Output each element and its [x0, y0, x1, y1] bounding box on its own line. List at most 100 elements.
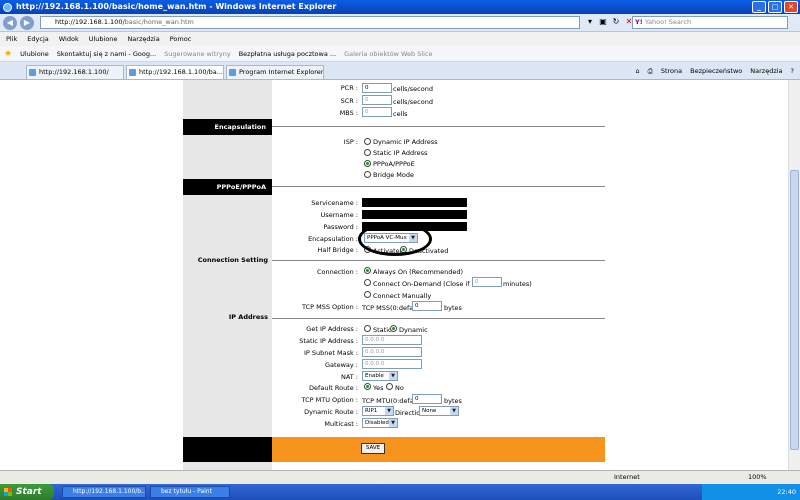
refresh-icon[interactable]: ↻ [611, 17, 621, 27]
zoom-level[interactable]: 100% [748, 471, 767, 484]
servicename-input[interactable] [362, 198, 467, 207]
search-input[interactable]: Y! Yahoo! Search [632, 16, 788, 29]
section-ip-address: IP Address [228, 313, 268, 321]
tcp-mtu-input[interactable]: 0 [412, 394, 442, 404]
home-icon[interactable]: ⌂ [636, 65, 640, 77]
taskbar: Start http://192.168.1.100/b... bez tytu… [0, 484, 800, 500]
isp-option-label: Dynamic IP Address [373, 138, 438, 146]
dropdown-arrow-icon[interactable]: ▾ [585, 17, 595, 27]
manual-label: Connect Manually [373, 292, 432, 300]
forward-button[interactable]: ▶ [20, 16, 34, 30]
page-menu[interactable]: Strona [661, 65, 682, 77]
isp-radio-static[interactable] [364, 149, 371, 156]
tab-2[interactable]: http://192.168.1.100/ba... [126, 65, 224, 79]
window-title: http://192.168.1.100/basic/home_wan.htm … [16, 2, 337, 11]
close-button[interactable]: ✕ [784, 1, 798, 13]
connection-radio-always-on[interactable] [364, 267, 371, 274]
divider [272, 126, 605, 127]
nat-select[interactable]: Enable ▼ [362, 371, 398, 381]
favorites-star-icon[interactable]: ★ [4, 49, 12, 59]
tcp-mss-unit: bytes [444, 304, 462, 312]
status-bar: Internet 100% [0, 470, 800, 484]
tab-3[interactable]: Program Internet Explorer ni... [226, 65, 324, 79]
favorite-item[interactable]: Sugerowane witryny [164, 50, 231, 58]
isp-option-label: Bridge Mode [373, 171, 414, 179]
multicast-label: Multicast : [324, 420, 358, 428]
connection-radio-manual[interactable] [364, 291, 371, 298]
static-ip-input[interactable]: 0.0.0.0 [362, 335, 422, 345]
dynamic-label: Dynamic [399, 326, 428, 334]
isp-radio-dynamic[interactable] [364, 138, 371, 145]
pcr-label: PCR : [340, 84, 358, 92]
compatibility-icon[interactable]: ▣ [598, 17, 608, 27]
pcr-unit: cells/second [393, 85, 433, 93]
menu-bar: Plik Edycja Widok Ulubione Narzędzia Pom… [0, 32, 800, 46]
menu-view[interactable]: Widok [59, 32, 79, 46]
direction-select[interactable]: None ▼ [419, 406, 459, 416]
username-input[interactable] [362, 210, 467, 219]
tools-menu[interactable]: Narzędzia [750, 65, 782, 77]
connection-radio-on-demand[interactable] [364, 279, 371, 286]
isp-radio-bridge[interactable] [364, 171, 371, 178]
back-button[interactable]: ◀ [3, 16, 17, 30]
footer-left [183, 437, 272, 462]
isp-option-label: PPPoA/PPPoE [373, 160, 415, 168]
multicast-select[interactable]: Disabled ▼ [362, 418, 398, 428]
favorite-item[interactable]: Skontaktuj się z nami - Goog... [57, 50, 156, 58]
page-icon [29, 69, 36, 76]
chevron-down-icon: ▼ [450, 407, 458, 415]
scroll-thumb[interactable] [790, 170, 799, 450]
menu-tools[interactable]: Narzędzia [127, 32, 159, 46]
pcr-input[interactable]: 0 [362, 83, 392, 93]
system-tray: 22:40 [702, 484, 800, 500]
url-input[interactable]: http://192.168.1.100/basic/home_wan.htm [40, 16, 580, 29]
help-icon[interactable]: ? [791, 65, 794, 77]
security-zone: Internet [614, 473, 640, 481]
static-label: Static [373, 326, 392, 334]
favorite-item[interactable]: Bezpłatna usługa pocztowa ... [239, 50, 336, 58]
chevron-down-icon: ▼ [389, 419, 397, 427]
subnet-input[interactable]: 0.0.0.0 [362, 347, 422, 357]
minimize-button[interactable]: _ [752, 1, 766, 13]
idle-minutes-input[interactable]: 0 [472, 277, 502, 287]
save-button[interactable]: SAVE [361, 443, 385, 454]
mbs-input[interactable]: 0 [362, 107, 392, 117]
get-ip-label: Get IP Address : [306, 325, 358, 333]
maximize-button[interactable]: □ [768, 1, 782, 13]
page-content: PCR : 0 cells/second SCR : 0 cells/secon… [0, 80, 788, 470]
connection-label: Connection : [316, 268, 358, 276]
window-title-bar: http://192.168.1.100/basic/home_wan.htm … [0, 0, 800, 14]
menu-file[interactable]: Plik [6, 32, 17, 46]
scr-input[interactable]: 0 [362, 95, 392, 105]
favorite-item[interactable]: Galeria obiektów Web Slice [344, 50, 432, 58]
tab-1[interactable]: http://192.168.1.100/ [26, 65, 124, 79]
no-label: No [395, 384, 404, 392]
chevron-down-icon: ▼ [385, 407, 393, 415]
subnet-label: IP Subnet Mask : [303, 349, 358, 357]
taskbar-item-paint[interactable]: bez tytułu - Paint [150, 486, 230, 498]
isp-radio-pppoa[interactable] [364, 160, 371, 167]
default-route-radio-yes[interactable] [364, 383, 371, 390]
print-icon[interactable]: ⎙ [648, 65, 653, 77]
get-ip-radio-dynamic[interactable] [390, 325, 397, 332]
safety-menu[interactable]: Bezpieczeństwo [690, 65, 742, 77]
clock: 22:40 [777, 488, 796, 496]
menu-favorites[interactable]: Ulubione [89, 32, 118, 46]
dynamic-route-label: Dynamic Route : [304, 408, 358, 416]
menu-help[interactable]: Pomoc [170, 32, 192, 46]
default-route-radio-no[interactable] [386, 383, 393, 390]
favorites-label[interactable]: Ulubione [20, 50, 49, 58]
taskbar-item-ie[interactable]: http://192.168.1.100/b... [62, 486, 146, 498]
tcp-mss-input[interactable]: 0 [412, 301, 442, 311]
tcp-mss-label: TCP MSS Option : [302, 303, 358, 311]
dynamic-route-select[interactable]: RIP1 ▼ [362, 406, 394, 416]
menu-edit[interactable]: Edycja [27, 32, 48, 46]
section-pppoe: PPPoE/PPPoA [183, 179, 272, 195]
divider [272, 318, 605, 319]
default-route-label: Default Route : [309, 384, 358, 392]
vertical-scrollbar[interactable] [788, 80, 800, 470]
get-ip-radio-static[interactable] [364, 325, 371, 332]
start-button[interactable]: Start [0, 484, 54, 500]
gateway-input[interactable]: 0.0.0.0 [362, 359, 422, 369]
favorites-bar: ★ Ulubione Skontaktuj się z nami - Goog.… [0, 46, 800, 62]
